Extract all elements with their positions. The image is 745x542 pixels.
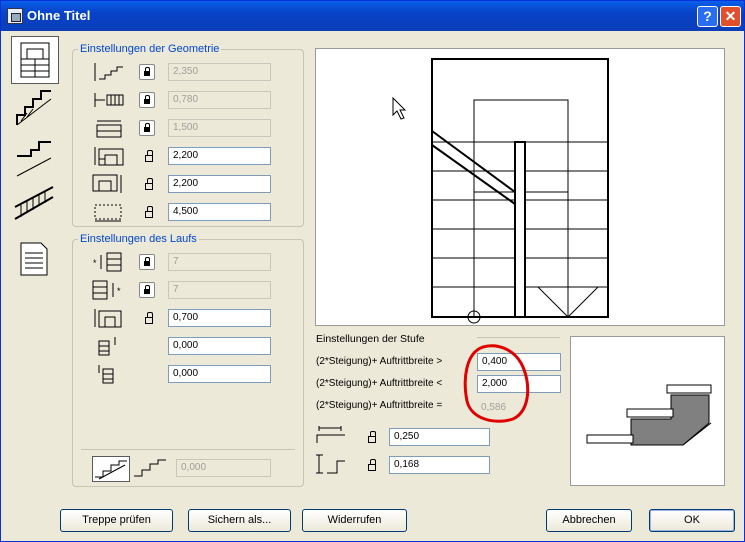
geometry-total-field[interactable]: 4,500 (168, 203, 271, 221)
stair-profile-icon (95, 460, 127, 480)
save-as-button[interactable]: Sichern als... (188, 509, 291, 532)
geometry-length-field[interactable]: 2,200 (168, 147, 271, 165)
flight-end-field[interactable]: 0,000 (168, 365, 271, 383)
app-icon (7, 8, 23, 24)
flight-treads-field[interactable]: 7 (168, 281, 271, 299)
divider (477, 337, 560, 338)
tread-depth-field[interactable]: 0,250 (389, 428, 490, 446)
stair-plan-drawing (392, 58, 609, 324)
flight-offset-icon (94, 309, 122, 328)
close-button[interactable]: ✕ (720, 6, 741, 27)
divider (81, 449, 295, 450)
title-bar: Ohne Titel ? ✕ (1, 1, 744, 31)
geometry-flight-width-field[interactable]: 0,780 (168, 91, 271, 109)
flight-start-field[interactable]: 0,000 (168, 337, 271, 355)
step-profile-drawing (586, 384, 712, 446)
lock-icon[interactable] (139, 120, 155, 136)
lock-icon[interactable] (139, 64, 155, 80)
stair-type-toggle-b[interactable] (132, 456, 170, 482)
unlock-icon[interactable] (144, 312, 154, 324)
geometry-height-field[interactable]: 2,350 (168, 63, 271, 81)
stair-type-value-field[interactable]: 0,000 (176, 459, 271, 477)
annotation-circle (463, 344, 530, 423)
unlock-icon[interactable] (367, 459, 377, 471)
help-button[interactable]: ? (697, 6, 718, 27)
stair-profile-alt-icon (134, 459, 166, 477)
unlock-icon[interactable] (367, 431, 377, 443)
rule-equal-label: (2*Steigung)+ Auftrittbreite = (316, 400, 443, 411)
stair-height-icon (94, 63, 123, 81)
stair-width-icon (94, 93, 124, 107)
check-stair-button[interactable]: Treppe prüfen (60, 509, 173, 532)
stair-length-icon (94, 147, 124, 166)
start-offset-icon (98, 337, 116, 356)
flight-risers-field[interactable]: 7 (168, 253, 271, 271)
risers-count-icon: * (93, 252, 122, 272)
lock-icon[interactable] (139, 254, 155, 270)
stair-outline-icon (94, 204, 122, 222)
ok-button[interactable]: OK (649, 509, 735, 532)
document-icon (20, 242, 48, 276)
sidebar-tab-stair-plan[interactable] (11, 36, 59, 84)
step-preview (570, 336, 725, 486)
step-settings-label: Einstellungen der Stufe (316, 333, 425, 345)
railing-icon (14, 186, 54, 220)
lock-icon[interactable] (139, 282, 155, 298)
svg-text:*: * (117, 286, 121, 296)
riser-height-field[interactable]: 0,168 (389, 456, 490, 474)
sidebar-tab-listing[interactable] (11, 235, 59, 283)
sidebar-tab-stair-side[interactable] (11, 134, 59, 182)
unlock-icon[interactable] (144, 178, 154, 190)
riser-height-icon (316, 454, 345, 474)
lock-icon[interactable] (139, 92, 155, 108)
stair-depth-icon (92, 174, 122, 193)
stair-type-toggle-a[interactable] (92, 456, 130, 482)
revoke-button[interactable]: Widerrufen (302, 509, 407, 532)
sidebar-tab-railing[interactable] (11, 183, 59, 231)
geometry-landing-field[interactable]: 1,500 (168, 119, 271, 137)
flight-offset-field[interactable]: 0,700 (168, 309, 271, 327)
stair-side-icon (16, 141, 52, 177)
unlock-icon[interactable] (144, 150, 154, 162)
svg-text:*: * (93, 258, 97, 268)
landing-width-icon (96, 120, 122, 138)
stair-plan-preview (315, 48, 725, 326)
treads-count-icon: * (92, 280, 121, 300)
unlock-icon[interactable] (144, 206, 154, 218)
end-offset-icon (98, 365, 114, 384)
cancel-button[interactable]: Abbrechen (546, 509, 632, 532)
geometry-group-label: Einstellungen der Geometrie (78, 43, 222, 55)
flight-group-label: Einstellungen des Laufs (78, 233, 199, 245)
rule-greater-label: (2*Steigung)+ Auftrittbreite > (316, 356, 443, 367)
window-title: Ohne Titel (27, 8, 91, 23)
stair-plan-icon (20, 42, 50, 78)
sidebar-tab-stair-section[interactable] (11, 85, 59, 133)
rule-less-label: (2*Steigung)+ Auftrittbreite < (316, 378, 443, 389)
dialog-window: Ohne Titel ? ✕ Einstellungen der Geometr… (0, 0, 745, 542)
tread-depth-icon (316, 426, 345, 443)
geometry-depth-field[interactable]: 2,200 (168, 175, 271, 193)
stair-section-icon (16, 90, 52, 126)
